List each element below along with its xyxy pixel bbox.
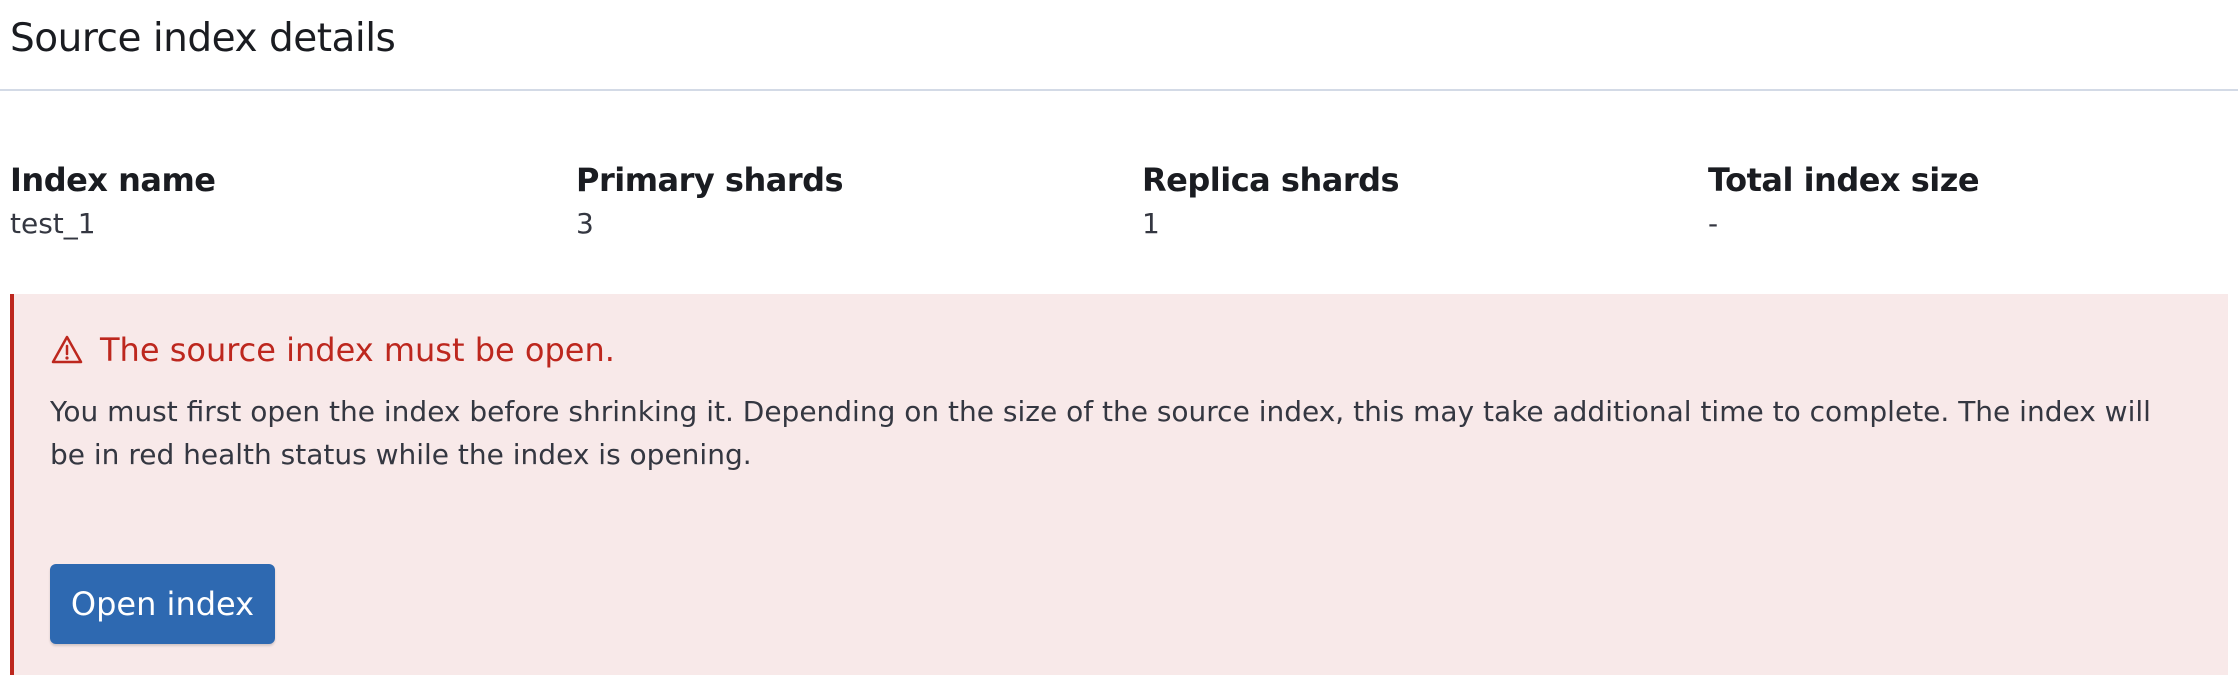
open-index-button[interactable]: Open index	[50, 564, 275, 644]
callout-body-text: You must first open the index before shr…	[50, 395, 2151, 471]
index-stats: Index name test_1 Primary shards 3 Repli…	[10, 160, 2238, 250]
stat-label: Primary shards	[576, 161, 844, 199]
stat-label: Replica shards	[1142, 161, 1400, 199]
stat-replica-shards: Replica shards 1	[1142, 160, 1702, 244]
stat-label: Total index size	[1708, 161, 1980, 199]
stat-index-name: Index name test_1	[10, 160, 570, 244]
stat-value: 3	[576, 207, 594, 240]
warning-icon	[50, 333, 84, 367]
callout-title: The source index must be open.	[50, 330, 615, 370]
title-divider	[0, 89, 2238, 91]
callout-title-text: The source index must be open.	[100, 331, 615, 369]
index-closed-callout: The source index must be open. You must …	[10, 294, 2228, 675]
page-title: Source index details	[10, 16, 396, 61]
source-index-details-panel: Source index details Index name test_1 P…	[0, 0, 2238, 688]
stat-value: test_1	[10, 207, 96, 240]
stat-label: Index name	[10, 161, 216, 199]
stat-value: 1	[1142, 207, 1160, 240]
stat-total-index-size: Total index size -	[1708, 160, 2238, 244]
stat-value: -	[1708, 207, 1719, 240]
stat-primary-shards: Primary shards 3	[576, 160, 1136, 244]
